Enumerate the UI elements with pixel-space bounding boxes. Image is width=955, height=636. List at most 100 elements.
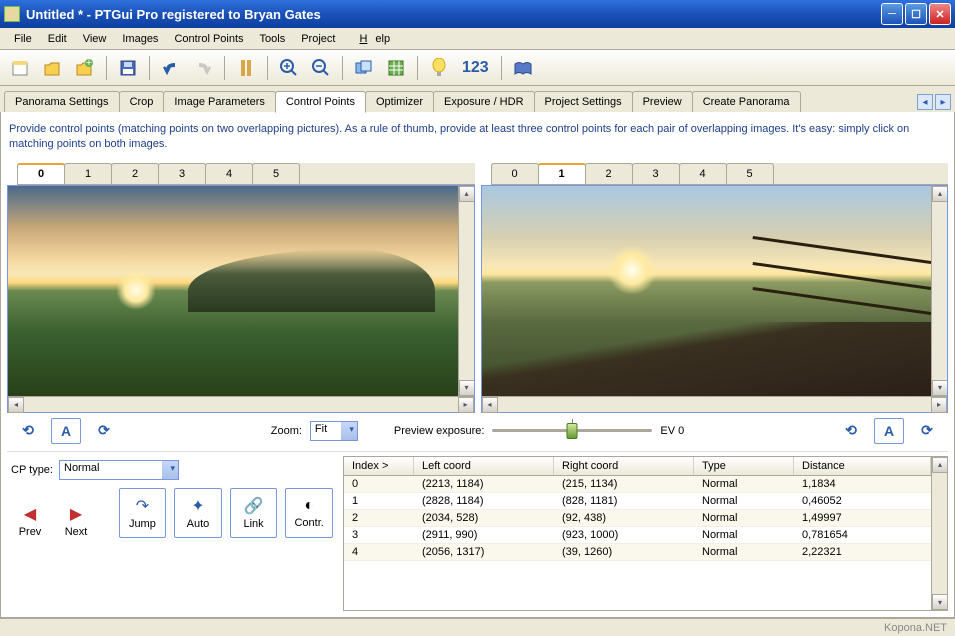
right-tab-3[interactable]: 3 [632,163,680,184]
table-header: Index > Left coord Right coord Type Dist… [344,457,931,476]
arrow-left-icon: ◀ [24,504,36,524]
menu-file[interactable]: File [6,31,40,47]
svg-text:+: + [86,59,92,69]
right-auto-a-button[interactable]: A [874,418,904,444]
left-tab-0[interactable]: 0 [17,163,65,184]
right-tab-5[interactable]: 5 [726,163,774,184]
table-row[interactable]: 0(2213, 1184)(215, 1134)Normal1,1834 [344,476,931,493]
tab-exposure-hdr[interactable]: Exposure / HDR [433,91,534,112]
minimize-button[interactable]: ─ [881,3,903,25]
right-image-panel: ▴▾ ◂▸ [481,185,949,413]
right-rotate-ccw-icon[interactable]: ⟲ [836,418,866,444]
jump-icon: ↷ [136,496,149,516]
menu-project[interactable]: Project [293,31,343,47]
save-icon[interactable] [113,54,143,82]
exposure-label: Preview exposure: [394,425,485,437]
table-row[interactable]: 4(2056, 1317)(39, 1260)Normal2,22321 [344,544,931,561]
left-hscrollbar[interactable]: ◂▸ [8,396,474,412]
table-row[interactable]: 3(2911, 990)(923, 1000)Normal0,781654 [344,527,931,544]
zoom-select[interactable]: Fit [310,421,358,441]
exposure-slider[interactable] [492,421,652,441]
right-image-view[interactable] [482,186,932,396]
right-tab-2[interactable]: 2 [585,163,633,184]
right-vscrollbar[interactable]: ▴▾ [931,186,947,396]
toolbar: + 123 [0,50,955,86]
counter-label: 123 [456,59,495,77]
panorama-editor-icon[interactable] [349,54,379,82]
menu-images[interactable]: Images [114,31,166,47]
jump-button[interactable]: ↷Jump [119,488,167,538]
cp-controls: CP type: Normal ◀Prev ▶Next ↷Jump ✦Auto … [7,456,337,611]
tab-panorama-settings[interactable]: Panorama Settings [4,91,120,112]
mid-controls: ⟲ A ⟳ Zoom: Fit Preview exposure: EV 0 ⟲… [7,413,948,449]
menu-view[interactable]: View [75,31,115,47]
add-images-icon[interactable]: + [70,54,100,82]
status-bar: Kopona.NET [0,618,955,636]
help-book-icon[interactable] [508,54,538,82]
tab-optimizer[interactable]: Optimizer [365,91,434,112]
right-image-tabs: 0 1 2 3 4 5 [491,163,949,185]
right-tab-4[interactable]: 4 [679,163,727,184]
zoom-out-icon[interactable] [306,54,336,82]
tab-crop[interactable]: Crop [119,91,165,112]
table-vscrollbar[interactable]: ▴▾ [931,457,947,610]
col-right[interactable]: Right coord [554,457,694,475]
contrast-button[interactable]: ◐Contr. [285,488,333,538]
left-tab-5[interactable]: 5 [252,163,300,184]
hint-icon[interactable] [424,54,454,82]
zoom-label: Zoom: [271,425,302,437]
tab-scroll-left-icon[interactable]: ◂ [917,94,933,110]
right-tab-1[interactable]: 1 [538,163,586,184]
menu-tools[interactable]: Tools [252,31,294,47]
left-auto-a-button[interactable]: A [51,418,81,444]
prev-button[interactable]: ◀Prev [11,504,49,538]
link-button[interactable]: 🔗Link [230,488,278,538]
auto-icon: ✦ [191,496,204,516]
new-project-icon[interactable] [6,54,36,82]
tab-project-settings[interactable]: Project Settings [534,91,633,112]
align-images-icon[interactable] [231,54,261,82]
col-type[interactable]: Type [694,457,794,475]
table-row[interactable]: 1(2828, 1184)(828, 1181)Normal0,46052 [344,493,931,510]
undo-icon[interactable] [156,54,186,82]
menu-help[interactable]: Help [343,31,398,47]
detail-viewer-icon[interactable] [381,54,411,82]
maximize-button[interactable]: ☐ [905,3,927,25]
left-image-view[interactable] [8,186,458,396]
col-distance[interactable]: Distance [794,457,931,475]
menu-control-points[interactable]: Control Points [166,31,251,47]
col-index[interactable]: Index > [344,457,414,475]
tab-preview[interactable]: Preview [632,91,693,112]
left-rotate-ccw-icon[interactable]: ⟲ [13,418,43,444]
redo-icon[interactable] [188,54,218,82]
ev-value: EV 0 [660,425,684,437]
left-tab-3[interactable]: 3 [158,163,206,184]
right-hscrollbar[interactable]: ◂▸ [482,396,948,412]
close-button[interactable]: ✕ [929,3,951,25]
open-project-icon[interactable] [38,54,68,82]
watermark: Kopona.NET [884,622,947,634]
left-image-panel: ▴▾ ◂▸ [7,185,475,413]
left-tab-1[interactable]: 1 [64,163,112,184]
right-tab-0[interactable]: 0 [491,163,539,184]
cptype-label: CP type: [11,464,53,476]
left-rotate-cw-icon[interactable]: ⟳ [89,418,119,444]
link-icon: 🔗 [244,496,264,516]
tab-image-parameters[interactable]: Image Parameters [163,91,275,112]
cptype-select[interactable]: Normal [59,460,179,480]
auto-button[interactable]: ✦Auto [174,488,222,538]
tab-control-points[interactable]: Control Points [275,91,366,113]
col-left[interactable]: Left coord [414,457,554,475]
info-text: Provide control points (matching points … [7,118,948,163]
tab-create-panorama[interactable]: Create Panorama [692,91,801,112]
right-rotate-cw-icon[interactable]: ⟳ [912,418,942,444]
next-button[interactable]: ▶Next [57,504,95,538]
menu-bar: File Edit View Images Control Points Too… [0,28,955,50]
left-tab-2[interactable]: 2 [111,163,159,184]
left-tab-4[interactable]: 4 [205,163,253,184]
menu-edit[interactable]: Edit [40,31,75,47]
left-vscrollbar[interactable]: ▴▾ [458,186,474,396]
zoom-in-icon[interactable] [274,54,304,82]
tab-scroll-right-icon[interactable]: ▸ [935,94,951,110]
table-row[interactable]: 2(2034, 528)(92, 438)Normal1,49997 [344,510,931,527]
